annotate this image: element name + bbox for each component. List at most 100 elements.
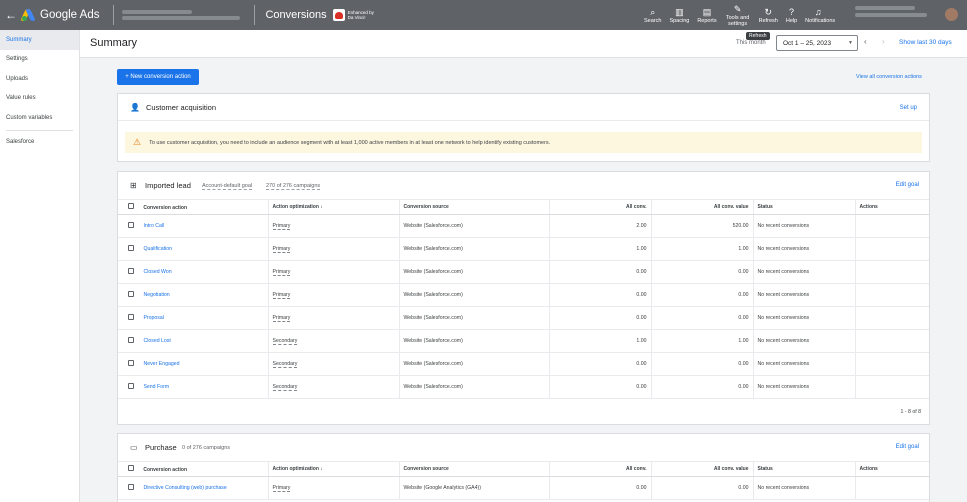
column-header[interactable]: Action optimization ↓: [268, 462, 400, 477]
all-conv: 0.00: [549, 476, 652, 500]
row-checkbox[interactable]: [128, 244, 134, 251]
column-header[interactable]: All conv. value: [651, 200, 754, 215]
row-checkbox[interactable]: [128, 221, 134, 228]
pagination-label: 1 - 8 of 8: [900, 409, 921, 415]
action-optimization[interactable]: Primary: [272, 222, 291, 230]
toolbar-bell-button[interactable]: ♫ Notifications: [805, 7, 835, 24]
account-switcher[interactable]: [122, 10, 246, 20]
column-header[interactable]: Status: [753, 462, 856, 477]
status: No recent conversions: [753, 283, 856, 307]
campaign-count[interactable]: 270 of 276 campaigns: [266, 183, 321, 190]
da-vinci-avatar-icon: [332, 9, 345, 21]
sidebar-item-salesforce[interactable]: Salesforce: [0, 133, 79, 153]
select-all-checkbox[interactable]: [128, 202, 134, 209]
conversion-action-link[interactable]: Qualification: [143, 246, 253, 252]
sidebar: Summary Settings Uploads Value rules Cus…: [0, 30, 80, 502]
sidebar-item-value-rules[interactable]: Value rules: [0, 89, 79, 109]
row-checkbox[interactable]: [128, 290, 134, 297]
all-conv: 2.00: [549, 214, 652, 238]
conversion-action-link[interactable]: Intro Call: [143, 223, 253, 229]
action-optimization[interactable]: Secondary: [272, 383, 298, 391]
row-checkbox[interactable]: [128, 267, 134, 274]
view-all-conversion-actions-link[interactable]: View all conversion actions: [856, 74, 922, 80]
toolbar-search-button[interactable]: ⌕ Search: [644, 7, 661, 24]
conversion-action-link[interactable]: Closed Won: [143, 269, 253, 275]
google-ads-logo[interactable]: Google Ads: [20, 9, 100, 21]
column-header[interactable]: Conversion source: [399, 462, 550, 477]
action-optimization[interactable]: Primary: [272, 291, 291, 299]
edit-goal-link[interactable]: Edit goal: [896, 444, 919, 450]
row-checkbox[interactable]: [128, 336, 134, 343]
row-checkbox[interactable]: [128, 359, 134, 366]
action-optimization[interactable]: Primary: [272, 314, 291, 322]
toolbar-help-button[interactable]: ? Help: [786, 7, 797, 24]
column-header[interactable]: Conversion action: [118, 462, 269, 477]
conversion-source: Website (Salesforce.com): [399, 329, 550, 353]
table-row: Qualification Primary Website (Salesforce.…: [118, 237, 929, 261]
actions-cell: [855, 237, 929, 261]
sidebar-item-uploads[interactable]: Uploads: [0, 69, 79, 89]
toolbar-label: Spacing: [669, 17, 690, 24]
status: No recent conversions: [753, 260, 856, 284]
brand-name: Google Ads: [40, 9, 100, 21]
all-conv-value: 0.00: [651, 260, 754, 284]
select-all-checkbox[interactable]: [128, 464, 134, 471]
customer-acquisition-card: 👤 Customer acquisition Set up ⚠ To use c…: [117, 93, 930, 162]
conversion-action-link[interactable]: Closed Lost: [143, 338, 253, 344]
show-last-30-days-link[interactable]: Show last 30 days: [899, 39, 952, 46]
sidebar-divider: [6, 129, 73, 131]
warning-icon: ⚠: [133, 137, 142, 147]
action-optimization[interactable]: Primary: [272, 245, 291, 253]
account-default-goal-label[interactable]: Account-default goal: [202, 183, 253, 190]
edit-goal-link[interactable]: Edit goal: [896, 182, 919, 188]
conversion-action-link[interactable]: Directive Consulting (web) purchase: [143, 485, 253, 491]
new-conversion-action-button[interactable]: + New conversion action: [117, 69, 199, 85]
toolbar-reports-button[interactable]: ▤ Reports: [697, 7, 716, 24]
conversion-action-link[interactable]: Never Engaged: [143, 361, 253, 367]
toolbar-wrench-button[interactable]: ✎ Tools and settings: [725, 4, 751, 27]
column-header[interactable]: All conv. value: [651, 462, 754, 477]
status: No recent conversions: [753, 237, 856, 261]
action-optimization[interactable]: Primary: [272, 268, 291, 276]
status: No recent conversions: [753, 214, 856, 238]
previous-period-icon[interactable]: ‹: [864, 37, 867, 46]
toolbar-spacing-button[interactable]: ▥ Spacing: [669, 7, 689, 24]
conversion-action-link[interactable]: Send Form: [143, 384, 253, 390]
sidebar-item-settings[interactable]: Settings: [0, 50, 79, 70]
column-header[interactable]: Actions: [855, 200, 929, 215]
column-header[interactable]: Actions: [855, 462, 929, 477]
column-header[interactable]: Action optimization ↓: [268, 200, 400, 215]
row-checkbox[interactable]: [128, 313, 134, 320]
conversion-action-link[interactable]: Proposal: [143, 315, 253, 321]
column-header[interactable]: Conversion source: [399, 200, 550, 215]
column-header[interactable]: Conversion action: [118, 200, 269, 215]
actions-cell: [855, 352, 929, 376]
date-range-picker[interactable]: Oct 1 – 25, 2023 ▼: [776, 35, 858, 51]
all-conv-value: 1.00: [651, 237, 754, 261]
set-up-link[interactable]: Set up: [900, 105, 917, 111]
table-row: Never Engaged Secondary Website (Salesforc…: [118, 352, 929, 376]
column-header[interactable]: All conv.: [549, 200, 652, 215]
toolbar-refresh-button[interactable]: ↻ Refresh: [759, 7, 778, 24]
imported-lead-table: Conversion action Action optimization ↓ Co…: [118, 200, 929, 399]
back-arrow-icon[interactable]: ←: [0, 8, 22, 22]
conversion-action-link[interactable]: Negotiation: [143, 292, 253, 298]
sidebar-item-custom-variables[interactable]: Custom variables: [0, 108, 79, 128]
conversion-source: Website (Salesforce.com): [399, 375, 550, 399]
toolbar-label: Reports: [697, 17, 717, 24]
row-checkbox[interactable]: [128, 483, 134, 490]
column-header[interactable]: Status: [753, 200, 856, 215]
user-avatar[interactable]: [945, 8, 958, 21]
sidebar-item-summary[interactable]: Summary: [0, 30, 79, 50]
conversion-source: Website (Salesforce.com): [399, 283, 550, 307]
column-header[interactable]: All conv.: [549, 462, 652, 477]
action-optimization[interactable]: Secondary: [272, 360, 298, 368]
row-checkbox[interactable]: [128, 382, 134, 389]
customer-acquisition-title: Customer acquisition: [145, 102, 216, 112]
action-optimization[interactable]: Secondary: [272, 337, 298, 345]
search-icon: ⌕: [650, 6, 656, 17]
actions-cell: [855, 283, 929, 307]
action-optimization[interactable]: Primary: [272, 484, 291, 492]
account-info[interactable]: [855, 6, 930, 17]
next-period-icon[interactable]: ›: [882, 37, 885, 46]
